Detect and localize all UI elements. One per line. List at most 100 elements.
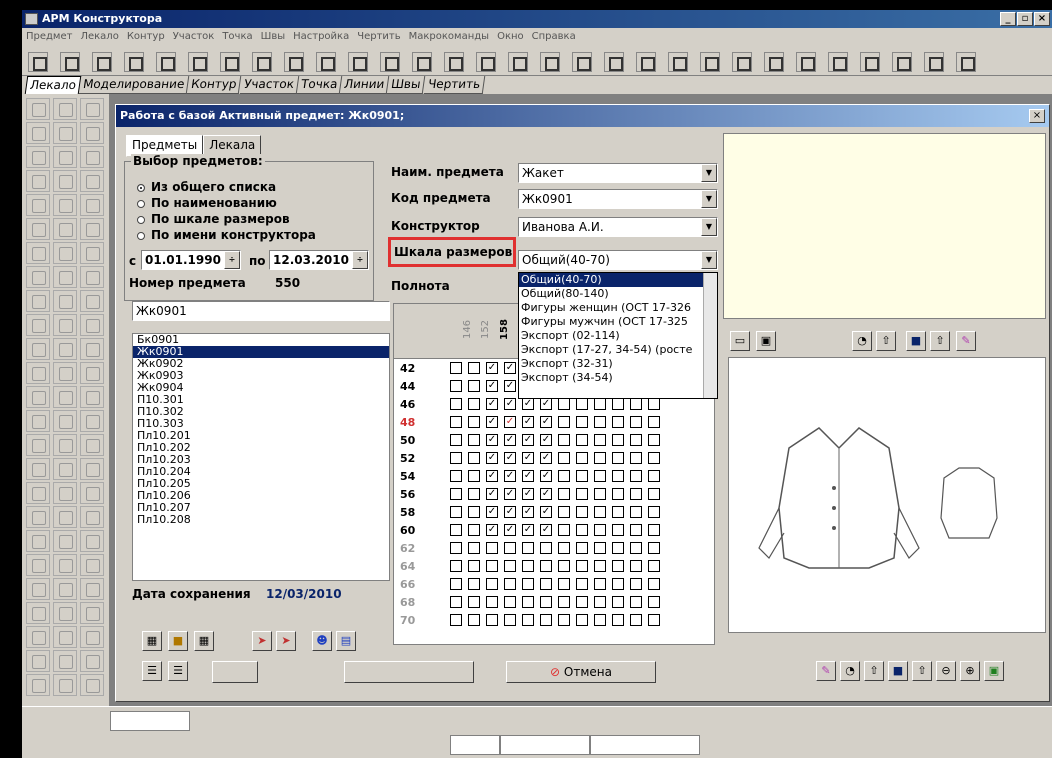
tab-lekalo[interactable]: Лекало	[24, 76, 82, 94]
palette-tool-icon[interactable]	[80, 122, 104, 144]
size-checkbox[interactable]	[558, 398, 570, 410]
size-checkbox[interactable]	[594, 488, 606, 500]
list-icon[interactable]: ☰	[168, 661, 188, 681]
menu-item[interactable]: Контур	[127, 28, 165, 46]
toolbar-tool-icon[interactable]	[348, 52, 368, 72]
palette-tool-icon[interactable]	[53, 602, 77, 624]
size-checkbox[interactable]	[450, 578, 462, 590]
nav-buttons[interactable]	[344, 661, 474, 683]
size-checkbox[interactable]	[558, 578, 570, 590]
size-checkbox[interactable]: ✓	[522, 452, 534, 464]
toolbar-tool-icon[interactable]	[220, 52, 240, 72]
size-checkbox[interactable]	[450, 380, 462, 392]
size-checkbox[interactable]: ✓	[486, 362, 498, 374]
upload-icon[interactable]: ⇧	[930, 331, 950, 351]
palette-tool-icon[interactable]	[26, 410, 50, 432]
size-checkbox[interactable]	[648, 542, 660, 554]
size-checkbox[interactable]: ✓	[522, 398, 534, 410]
size-checkbox[interactable]: ✓	[504, 470, 516, 482]
palette-tool-icon[interactable]	[80, 98, 104, 120]
palette-tool-icon[interactable]	[53, 266, 77, 288]
dropdown-option[interactable]: Общий(80-140)	[519, 287, 717, 301]
palette-tool-icon[interactable]	[80, 674, 104, 696]
toolbar-tool-icon[interactable]	[572, 52, 592, 72]
size-checkbox[interactable]	[594, 506, 606, 518]
size-checkbox[interactable]	[558, 596, 570, 608]
size-checkbox[interactable]: ✓	[486, 470, 498, 482]
toolbar-tool-icon[interactable]	[732, 52, 752, 72]
eraser-icon[interactable]: ✎	[956, 331, 976, 351]
size-checkbox[interactable]	[504, 614, 516, 626]
icon-button[interactable]: ▦	[194, 631, 214, 651]
save-icon[interactable]: ■	[906, 331, 926, 351]
size-checkbox[interactable]: ✓	[486, 416, 498, 428]
palette-tool-icon[interactable]	[26, 626, 50, 648]
palette-tool-icon[interactable]	[26, 314, 50, 336]
toolbar-tool-icon[interactable]	[540, 52, 560, 72]
chevron-down-icon[interactable]: ▼	[701, 251, 717, 269]
palette-tool-icon[interactable]	[26, 482, 50, 504]
size-checkbox[interactable]	[468, 488, 480, 500]
size-checkbox[interactable]	[558, 470, 570, 482]
size-checkbox[interactable]	[558, 416, 570, 428]
date-to-field[interactable]: 12.03.2010 ÷	[269, 250, 369, 270]
tab-lines[interactable]: Линии	[339, 76, 390, 94]
icon-button[interactable]: ▦	[142, 631, 162, 651]
size-checkbox[interactable]	[576, 614, 588, 626]
size-checkbox[interactable]	[612, 578, 624, 590]
size-checkbox[interactable]: ✓	[540, 506, 552, 518]
palette-tool-icon[interactable]	[26, 602, 50, 624]
tab-draw[interactable]: Чертить	[423, 76, 486, 94]
size-checkbox[interactable]: ✓	[540, 416, 552, 428]
size-checkbox[interactable]	[486, 596, 498, 608]
size-checkbox[interactable]	[630, 578, 642, 590]
palette-tool-icon[interactable]	[53, 338, 77, 360]
palette-tool-icon[interactable]	[53, 482, 77, 504]
size-checkbox[interactable]	[576, 524, 588, 536]
toolbar-tool-icon[interactable]	[476, 52, 496, 72]
upload-icon[interactable]: ⇧	[912, 661, 932, 681]
palette-tool-icon[interactable]	[53, 218, 77, 240]
menu-item[interactable]: Настройка	[293, 28, 349, 46]
toolbar-tool-icon[interactable]	[956, 52, 976, 72]
palette-tool-icon[interactable]	[80, 146, 104, 168]
toolbar-tool-icon[interactable]	[668, 52, 688, 72]
palette-tool-icon[interactable]	[53, 170, 77, 192]
palette-tool-icon[interactable]	[80, 554, 104, 576]
radio-by-name[interactable]: По наименованию	[137, 196, 277, 210]
size-checkbox[interactable]	[450, 614, 462, 626]
palette-tool-icon[interactable]	[26, 458, 50, 480]
toolbar-tool-icon[interactable]	[252, 52, 272, 72]
size-checkbox[interactable]	[486, 614, 498, 626]
size-checkbox[interactable]	[630, 506, 642, 518]
toolbar-tool-icon[interactable]	[156, 52, 176, 72]
palette-tool-icon[interactable]	[80, 386, 104, 408]
palette-tool-icon[interactable]	[80, 482, 104, 504]
palette-tool-icon[interactable]	[53, 578, 77, 600]
palette-tool-icon[interactable]	[26, 650, 50, 672]
size-checkbox[interactable]	[612, 470, 624, 482]
export-icon[interactable]: ➤	[276, 631, 296, 651]
palette-tool-icon[interactable]	[53, 194, 77, 216]
menu-item[interactable]: Справка	[532, 28, 576, 46]
size-checkbox[interactable]	[450, 524, 462, 536]
chevron-down-icon[interactable]: ▼	[701, 218, 717, 236]
eraser-icon[interactable]: ✎	[816, 661, 836, 681]
palette-tool-icon[interactable]	[26, 170, 50, 192]
size-checkbox[interactable]	[504, 578, 516, 590]
size-checkbox[interactable]	[522, 560, 534, 572]
toolbar-tool-icon[interactable]	[92, 52, 112, 72]
size-checkbox[interactable]	[612, 416, 624, 428]
toolbar-tool-icon[interactable]	[316, 52, 336, 72]
size-checkbox[interactable]	[450, 542, 462, 554]
palette-tool-icon[interactable]	[53, 530, 77, 552]
palette-tool-icon[interactable]	[26, 674, 50, 696]
scale-dropdown[interactable]: Общий(40-70) Общий(80-140) Фигуры женщин…	[518, 272, 718, 399]
palette-tool-icon[interactable]	[53, 626, 77, 648]
palette-tool-icon[interactable]	[26, 362, 50, 384]
scale-select[interactable]: Общий(40-70) ▼	[518, 250, 718, 270]
chevron-down-icon[interactable]: ▼	[701, 190, 717, 208]
size-checkbox[interactable]	[594, 452, 606, 464]
palette-tool-icon[interactable]	[53, 146, 77, 168]
palette-tool-icon[interactable]	[80, 650, 104, 672]
